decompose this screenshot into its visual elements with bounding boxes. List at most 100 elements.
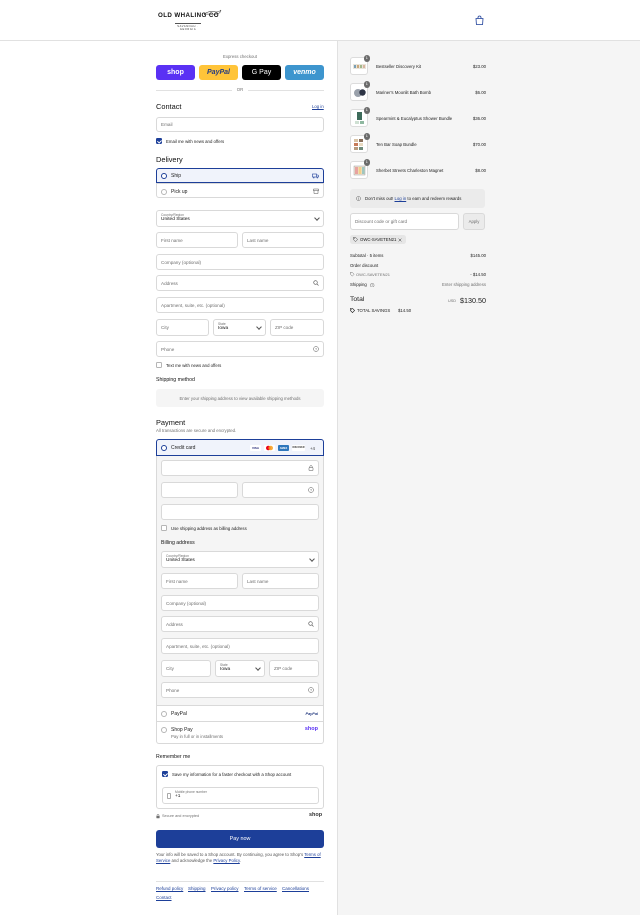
- pay-now-button[interactable]: Pay now: [156, 830, 324, 848]
- billing-city-input[interactable]: City: [161, 660, 211, 677]
- more-cards-label: +4: [310, 445, 315, 451]
- rewards-login-link[interactable]: Log in: [395, 196, 407, 201]
- company-placeholder: Company (optional): [161, 259, 202, 265]
- last-name-input[interactable]: Last name: [242, 232, 324, 248]
- payment-heading: Payment: [156, 418, 186, 427]
- text-news-label: Text me with news and offers: [166, 362, 222, 368]
- paypal-express-button[interactable]: PayPal: [199, 65, 238, 80]
- privacy-policy-footer-link[interactable]: Privacy policy: [211, 886, 239, 891]
- credit-card-option[interactable]: Credit card VISA AMEX DISCOVER +4: [156, 439, 324, 456]
- truck-icon: [312, 173, 319, 179]
- terms-of-service-footer-link[interactable]: Terms of service: [244, 886, 277, 891]
- company-input[interactable]: Company (optional): [156, 254, 324, 270]
- cancellations-link[interactable]: Cancellations: [282, 886, 309, 891]
- shopping-bag-icon[interactable]: [475, 15, 484, 25]
- help-circle-icon[interactable]: ?: [308, 687, 314, 693]
- shop-logo: shop: [309, 812, 323, 818]
- credit-card-label: Credit card: [171, 445, 196, 451]
- rewards-text: Don't miss out! Log in to earn and redee…: [365, 196, 461, 201]
- billing-apartment-input[interactable]: Apartment, suite, etc. (optional): [161, 638, 319, 654]
- shop-pay-logo: shop: [304, 725, 318, 732]
- shipping-policy-link[interactable]: Shipping: [188, 886, 206, 891]
- product-price: $23.00: [472, 64, 486, 69]
- billing-address-input[interactable]: Address: [161, 616, 319, 632]
- billing-country-select[interactable]: Country/Region United States: [161, 551, 319, 568]
- amex-logo: AMEX: [278, 445, 289, 451]
- billing-state-select[interactable]: State Iowa: [215, 660, 265, 677]
- save-info-checkbox[interactable]: [162, 771, 168, 777]
- billing-address-placeholder: Address: [166, 621, 183, 627]
- first-name-input[interactable]: First name: [156, 232, 238, 248]
- ship-option[interactable]: Ship: [156, 168, 324, 183]
- total-savings-label: TOTAL SAVINGS: [357, 308, 391, 313]
- expiration-input[interactable]: [161, 482, 238, 498]
- legal-text: Your info will be saved to a Shop accoun…: [156, 852, 324, 864]
- email-news-checkbox[interactable]: [156, 138, 162, 144]
- whale-icon: [204, 9, 222, 15]
- order-discount-label: Order discount: [350, 263, 379, 268]
- billing-zip-input[interactable]: ZIP code: [269, 660, 319, 677]
- billing-last-name-input[interactable]: Last name: [242, 573, 319, 589]
- shipping-method-heading: Shipping method: [156, 377, 195, 383]
- zip-input[interactable]: ZIP code: [270, 319, 324, 336]
- rewards-text-post: to earn and redeem rewards: [407, 196, 462, 201]
- help-circle-icon[interactable]: ?: [308, 487, 314, 493]
- google-pay-express-button[interactable]: G Pay: [242, 65, 281, 80]
- pickup-option[interactable]: Pick up: [156, 183, 324, 198]
- billing-phone-input[interactable]: Phone ?: [161, 682, 319, 698]
- svg-text:?: ?: [310, 689, 312, 693]
- product-name: Sherbet Streets Charleston Magnet: [376, 168, 444, 173]
- contact-link[interactable]: Contact: [156, 895, 172, 900]
- text-news-checkbox[interactable]: [156, 362, 162, 368]
- search-icon: [313, 280, 319, 286]
- address-input[interactable]: Address: [156, 275, 324, 291]
- country-select[interactable]: Country/Region United States: [156, 210, 324, 227]
- shop-pay-express-button[interactable]: shop: [156, 65, 195, 80]
- privacy-policy-link[interactable]: Privacy Policy: [213, 858, 239, 863]
- apply-discount-button[interactable]: Apply: [463, 213, 485, 230]
- save-info-label: Save my information for a faster checkou…: [172, 771, 292, 777]
- billing-first-name-input[interactable]: First name: [161, 573, 238, 589]
- shop-pay-radio[interactable]: [161, 727, 167, 733]
- use-shipping-label: Use shipping address as billing address: [171, 525, 247, 531]
- phone-input[interactable]: Phone ?: [156, 341, 324, 357]
- discount-code-input[interactable]: Discount code or gift card: [350, 213, 459, 230]
- shop-pay-option[interactable]: Shop Pay Pay in full or in installments …: [156, 722, 324, 744]
- help-circle-icon[interactable]: ?: [313, 346, 319, 352]
- country-value: United States: [161, 217, 190, 222]
- billing-company-input[interactable]: Company (optional): [161, 595, 319, 611]
- payment-subtitle: All transactions are secure and encrypte…: [156, 428, 237, 433]
- delivery-heading: Delivery: [156, 155, 183, 164]
- product-thumbnail: 1: [350, 107, 370, 127]
- venmo-express-button[interactable]: venmo: [285, 65, 324, 80]
- currency-code: USD: [448, 298, 457, 303]
- mobile-phone-input[interactable]: Mobile phone number +1: [162, 787, 319, 804]
- credit-card-radio[interactable]: [161, 445, 167, 451]
- first-name-placeholder: First name: [161, 237, 183, 243]
- remember-me-panel: Save my information for a faster checkou…: [156, 765, 324, 809]
- paypal-logo: PayPal: [305, 711, 318, 716]
- discount-code-placeholder: Discount code or gift card: [355, 219, 408, 224]
- email-input[interactable]: Email: [156, 117, 324, 132]
- total-value: $130.50: [460, 296, 486, 305]
- card-number-input[interactable]: [161, 460, 319, 476]
- state-select[interactable]: State Iowa: [213, 319, 266, 336]
- apartment-input[interactable]: Apartment, suite, etc. (optional): [156, 297, 324, 313]
- legal-text-part2: and acknowledge the: [171, 858, 213, 863]
- name-on-card-input[interactable]: [161, 504, 319, 520]
- pickup-radio[interactable]: [161, 188, 167, 195]
- city-input[interactable]: City: [156, 319, 209, 336]
- brand-logo[interactable]: OLD WHALING CO SAVANNAH · GEORGIA: [158, 9, 222, 31]
- refund-policy-link[interactable]: Refund policy: [156, 886, 183, 891]
- mastercard-logo: [264, 445, 275, 451]
- security-code-input[interactable]: ?: [242, 482, 319, 498]
- help-circle-icon[interactable]: ?: [370, 282, 375, 288]
- paypal-option[interactable]: PayPal PayPal: [156, 706, 324, 722]
- billing-company-placeholder: Company (optional): [166, 600, 207, 606]
- login-link[interactable]: Log in: [312, 104, 324, 109]
- ship-radio[interactable]: [161, 173, 167, 179]
- use-shipping-checkbox[interactable]: [161, 525, 167, 531]
- legal-text-part1: Your info will be saved to a Shop accoun…: [156, 852, 304, 857]
- close-icon[interactable]: [398, 237, 403, 242]
- paypal-radio[interactable]: [161, 711, 167, 717]
